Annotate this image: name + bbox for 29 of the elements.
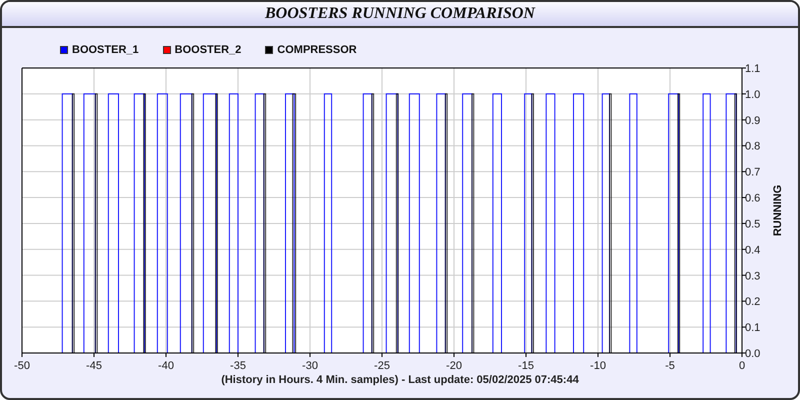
y-tick-label: 0.3: [745, 270, 760, 282]
y-tick-label: 0.8: [745, 140, 760, 153]
x-tick-label: -5: [665, 360, 675, 372]
y-tick-label: 0.9: [745, 114, 760, 127]
x-tick-label: -25: [374, 360, 390, 372]
x-tick-label: -30: [302, 360, 318, 372]
y-tick-label: 0.1: [745, 322, 760, 334]
y-tick-label: 0.0: [745, 348, 760, 360]
y-axis-title: RUNNING: [772, 184, 784, 236]
y-tick-label: 0.6: [745, 192, 760, 205]
x-tick-label: -50: [14, 360, 30, 372]
legend-label: BOOSTER_1: [72, 44, 139, 56]
x-tick-label: -20: [446, 360, 462, 372]
x-tick-label: -10: [590, 360, 606, 372]
y-tick-label: 1.0: [745, 88, 760, 101]
chart-caption: (History in Hours. 4 Min. samples) - Last update: 05/02/2025 07:45:44: [221, 374, 579, 386]
x-tick-label: -15: [518, 360, 534, 372]
y-tick-label: 0.2: [745, 296, 760, 308]
y-tick-label: 0.5: [745, 218, 760, 230]
y-tick-label: 0.4: [745, 244, 760, 256]
y-tick-label: 0.7: [745, 166, 760, 179]
legend-label: BOOSTER_2: [174, 44, 242, 56]
y-tick-label: 1.1: [745, 63, 760, 75]
x-tick-label: -35: [230, 360, 246, 372]
legend-label: COMPRESSOR: [277, 44, 357, 56]
x-tick-label: -45: [86, 360, 102, 372]
x-tick-label: -40: [158, 360, 174, 372]
chart-title: BOOSTERS RUNNING COMPARISON: [265, 5, 535, 23]
x-tick-label: 0: [738, 360, 746, 372]
